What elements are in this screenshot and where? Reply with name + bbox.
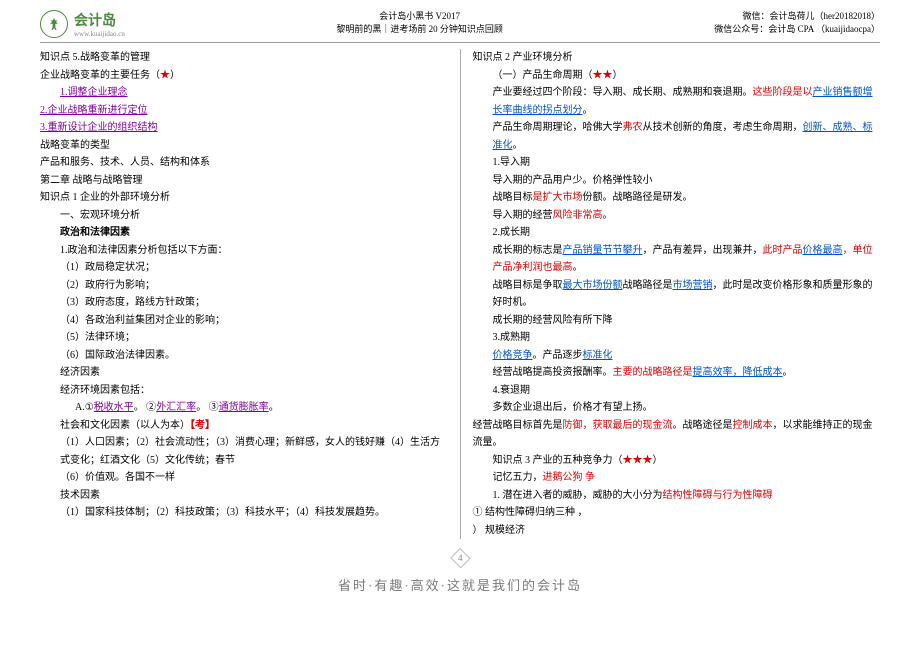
- line: （1）政局稳定状况；: [40, 259, 448, 277]
- logo-icon: [40, 10, 68, 38]
- line: 1. 潜在进入者的威胁，威胁的大小分为结构性障碍与行为性障碍: [473, 487, 881, 505]
- title-line1: 会计岛小黑书 V2017: [336, 10, 503, 23]
- line: ） 规模经济: [473, 522, 881, 540]
- page-number: 4: [450, 548, 470, 568]
- line: （5）法律环境；: [40, 329, 448, 347]
- line: ① 结构性障碍归纳三种 ，: [473, 504, 881, 522]
- header-title: 会计岛小黑书 V2017 黎明前的黑｜进考场前 20 分钟知识点回顾: [336, 10, 503, 35]
- content-columns: 知识点 5.战略变革的管理 企业战略变革的主要任务（★） 1.调整企业理念 2.…: [40, 49, 880, 539]
- line: （4）各政治利益集团对企业的影响；: [40, 312, 448, 330]
- line: 导入期的产品用户少。价格弹性较小: [473, 172, 881, 190]
- footer-slogan: 省时·有趣·高效·这就是我们的会计岛: [40, 575, 880, 594]
- line-link: 3.重新设计企业的组织结构: [40, 119, 448, 137]
- line: 1.导入期: [473, 154, 881, 172]
- document-page: 会计岛 www.kuaijidao.cn 会计岛小黑书 V2017 黎明前的黑｜…: [0, 0, 920, 602]
- line: 成长期的经营风险有所下降: [473, 312, 881, 330]
- logo-block: 会计岛 www.kuaijidao.cn: [40, 10, 125, 38]
- line: 3.成熟期: [473, 329, 881, 347]
- line-link: 2.企业战略重新进行定位: [40, 102, 448, 120]
- line: 知识点 3 产业的五种竞争力（★★★）: [473, 452, 881, 470]
- line: （1）人口因素；（2）社会流动性；（3）消费心理；新鲜感，女人的钱好赚（4）生活…: [40, 434, 448, 469]
- line: 成长期的标志是产品销量节节攀升，产品有差异，出现兼并，此时产品价格最高，单位产品…: [473, 242, 881, 277]
- line: A.①税收水平。 ②外汇汇率。 ③通货膨胀率。: [40, 399, 448, 417]
- line: 导入期的经营风险非常高。: [473, 207, 881, 225]
- line: 知识点 2 产业环境分析: [473, 49, 881, 67]
- line: 战略目标是扩大市场份额。战略路径是研发。: [473, 189, 881, 207]
- line: （6）价值观。各国不一样: [40, 469, 448, 487]
- logo-url: www.kuaijidao.cn: [74, 30, 125, 38]
- page-footer: 4 省时·有趣·高效·这就是我们的会计岛: [40, 551, 880, 602]
- gzh-line: 微信公众号：会计岛 CPA （kuaijidaocpa）: [714, 23, 880, 36]
- line: （6）国际政治法律因素。: [40, 347, 448, 365]
- logo-text-block: 会计岛 www.kuaijidao.cn: [74, 10, 125, 38]
- line: （3）政府态度，路线方针政策；: [40, 294, 448, 312]
- header-contact: 微信：会计岛荷儿（her20182018） 微信公众号：会计岛 CPA （kua…: [714, 10, 880, 35]
- line: 政治和法律因素: [40, 224, 448, 242]
- page-number-ornament: 4: [453, 551, 468, 565]
- line: 经营战略目标首先是防御，获取最后的现金流。战略途径是控制成本，以求能维持正的现金…: [473, 417, 881, 452]
- line: 战略目标是争取最大市场份额战略路径是市场营销，此时是改变价格形象和质量形象的好时…: [473, 277, 881, 312]
- line: 第二章 战略与战略管理: [40, 172, 448, 190]
- line: 价格竞争。产品逐步标准化: [473, 347, 881, 365]
- line: 社会和文化因素（以人为本）【考】: [40, 417, 448, 435]
- line: （2）政府行为影响；: [40, 277, 448, 295]
- line: 产业要经过四个阶段：导入期、成长期、成熟期和衰退期。这些阶段是以产业销售额增长率…: [473, 84, 881, 119]
- line: 4.衰退期: [473, 382, 881, 400]
- right-column: 知识点 2 产业环境分析 （一）产品生命周期（★★） 产业要经过四个阶段：导入期…: [461, 49, 881, 539]
- line: 经济因素: [40, 364, 448, 382]
- line: 产品和服务、技术、人员、结构和体系: [40, 154, 448, 172]
- line: 技术因素: [40, 487, 448, 505]
- logo-name: 会计岛: [74, 10, 125, 30]
- line: 2.成长期: [473, 224, 881, 242]
- line: 经济环境因素包括：: [40, 382, 448, 400]
- line: 经营战略提高投资报酬率。主要的战略路径是提高效率，降低成本。: [473, 364, 881, 382]
- title-line2: 黎明前的黑｜进考场前 20 分钟知识点回顾: [336, 23, 503, 36]
- line: 战略变革的类型: [40, 137, 448, 155]
- line: 知识点 5.战略变革的管理: [40, 49, 448, 67]
- line-link: 1.调整企业理念: [40, 84, 448, 102]
- wechat-line: 微信：会计岛荷儿（her20182018）: [714, 10, 880, 23]
- deer-icon: [46, 16, 62, 32]
- left-column: 知识点 5.战略变革的管理 企业战略变革的主要任务（★） 1.调整企业理念 2.…: [40, 49, 461, 539]
- line: 一、宏观环境分析: [40, 207, 448, 225]
- page-header: 会计岛 www.kuaijidao.cn 会计岛小黑书 V2017 黎明前的黑｜…: [40, 10, 880, 43]
- line: 知识点 1 企业的外部环境分析: [40, 189, 448, 207]
- line: 多数企业退出后，价格才有望上扬。: [473, 399, 881, 417]
- line: 产品生命周期理论，哈佛大学弗农从技术创新的角度，考虑生命周期，创新、成熟、标准化…: [473, 119, 881, 154]
- line: 1.政治和法律因素分析包括以下方面：: [40, 242, 448, 260]
- line: （一）产品生命周期（★★）: [473, 67, 881, 85]
- line: （1）国家科技体制；（2）科技政策；（3）科技水平；（4）科技发展趋势。: [40, 504, 448, 522]
- line: 企业战略变革的主要任务（★）: [40, 67, 448, 85]
- line: 记忆五力，进鹅公狗 争: [473, 469, 881, 487]
